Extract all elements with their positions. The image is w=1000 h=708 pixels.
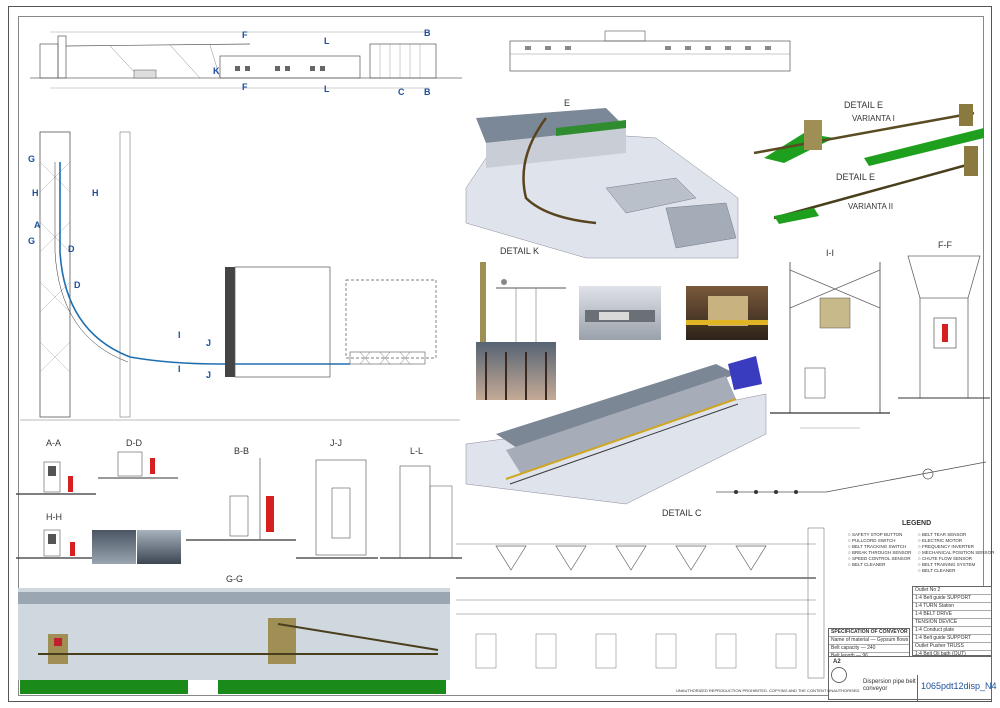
section-j-j: J-J — [296, 438, 378, 578]
top-elevation-right — [505, 26, 795, 76]
top-elevation-left: F F K L L B B C — [30, 26, 462, 98]
detail-e-title: DETAIL E — [844, 100, 884, 110]
photo-hall-door — [686, 286, 768, 340]
spec-table-row: Name of material — Gypsum flows — [829, 637, 909, 645]
marker-b-top: B — [424, 28, 431, 38]
company-logo — [831, 667, 847, 683]
section-b-b: B-B — [186, 446, 296, 564]
legend-col-right: ○ BELT TEAR SENSOR ○ ELECTRIC MOTOR ○ FREQ… — [918, 532, 994, 574]
photo-yard — [579, 286, 661, 340]
photo-dd-1 — [92, 530, 136, 564]
marker-c: C — [398, 87, 405, 97]
parts-table-row: Outlet Pusher TRUSS — [913, 643, 991, 651]
sheet-size: A2 — [833, 659, 841, 665]
legend-item: ○ BELT CLEANER — [848, 562, 886, 567]
title-block-divider — [917, 675, 918, 701]
main-plan-view: G H H A G D D I I J J — [20, 102, 460, 422]
spec-table-title: SPECIFICATION OF CONVEYOR [SAMPLE] — [829, 629, 909, 637]
marker-f-bottom: F — [242, 82, 248, 92]
legend-item: ○ BELT CLEANER — [918, 568, 956, 573]
title-block: A2 Dispersion pipe belt conveyor 1065pdt… — [828, 656, 997, 701]
section-f-f: F-F — [898, 240, 990, 408]
marker-g-top: G — [28, 154, 36, 164]
section-a-a: A-A — [16, 438, 96, 508]
copyright-note: UNAUTHORIZED REPRODUCTION PROHIBITED. CO… — [676, 688, 860, 693]
gg-ground-left — [20, 680, 188, 694]
marker-i-2: I — [178, 364, 181, 374]
marker-h-1: H — [32, 188, 39, 198]
gg-ground-right — [218, 680, 446, 694]
parts-table-row: 1:4 BELT DRIVE — [913, 611, 991, 619]
detail-c: DETAIL C — [456, 508, 836, 698]
section-l-l: L-L — [380, 446, 462, 578]
section-h-h: H-H — [16, 512, 96, 572]
section-i-i: I-I — [770, 248, 890, 438]
drawing-title-2: conveyor — [863, 686, 888, 692]
spec-table-row: Belt capacity — 240 — [829, 645, 909, 653]
section-g-g: G-G — [18, 574, 450, 698]
legend: LEGEND ○ SAFETY STOP BUTTON ○ PULLCORD SW… — [848, 520, 994, 580]
parts-table-row: 1:4 Conduct plate — [913, 627, 991, 635]
marker-k: K — [213, 66, 220, 76]
legend-col-left: ○ SAFETY STOP BUTTON ○ PULLCORD SWITCH ○ B… — [848, 532, 916, 568]
detail-e-variants: DETAIL E VARIANTA I DETAIL E VARIANTA II — [744, 98, 992, 246]
parts-table-row: 1:4 Belt guide SUPPORT — [913, 635, 991, 643]
marker-d-1: D — [68, 244, 75, 254]
marker-j-1: J — [206, 338, 212, 348]
drawing-number: 1065pdt12disp_N4 — [921, 681, 997, 691]
legend-title: LEGEND — [902, 520, 932, 527]
parts-table-row: TENSION DEVICE — [913, 619, 991, 627]
marker-j-2: J — [206, 370, 212, 380]
marker-d-2: D — [74, 280, 81, 290]
marker-g-bottom: G — [28, 236, 36, 246]
marker-l-top: L — [324, 36, 330, 46]
varianta-1: VARIANTA I — [852, 114, 895, 123]
detail-e-title-2: DETAIL E — [836, 172, 876, 182]
varianta-2: VARIANTA II — [848, 202, 894, 211]
section-d-d: D-D — [98, 438, 178, 528]
drawing-title-1: Dispersion pipe belt — [863, 679, 916, 685]
marker-i-1: I — [178, 330, 181, 340]
marker-a-1: A — [34, 220, 41, 230]
view-e-label: E — [564, 98, 571, 108]
marker-b-bottom: B — [424, 87, 431, 97]
detail-k: DETAIL K — [476, 246, 586, 342]
view-e-3d: E — [465, 98, 739, 260]
parts-table-row: 1:4 TURN Station — [913, 603, 991, 611]
parts-table-row: 1:4 Belt guide SUPPORT — [913, 595, 991, 603]
marker-h-2: H — [92, 188, 99, 198]
marker-f-top: F — [242, 30, 248, 40]
parts-table: Outlet No 2 1:4 Belt guide SUPPORT 1:4 TUR… — [912, 586, 992, 667]
control-schematic — [706, 452, 992, 508]
marker-l-bottom: L — [324, 84, 330, 94]
photo-dd-2 — [137, 530, 181, 564]
parts-table-row: Outlet No 2 — [913, 587, 991, 595]
